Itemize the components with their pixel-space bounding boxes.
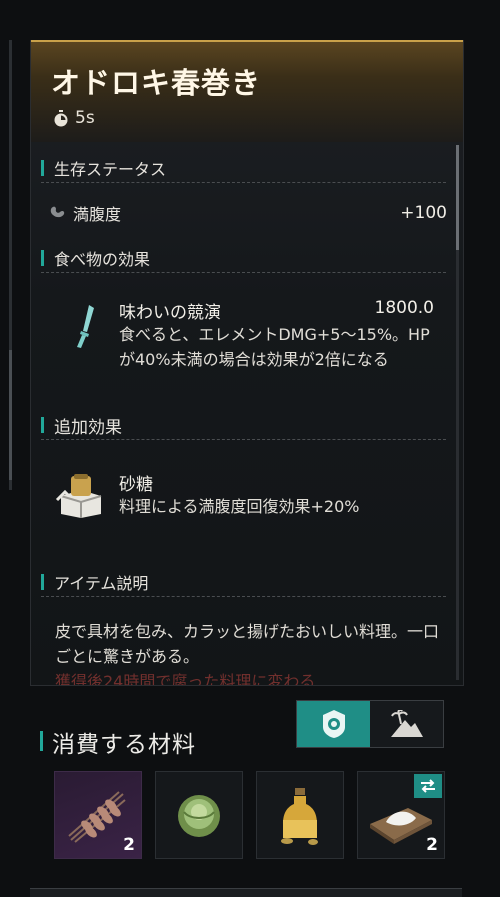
sugar-crate-icon — [55, 474, 102, 518]
dagger-icon — [77, 305, 94, 348]
oil-bottle-icon — [281, 788, 318, 845]
effect-description: 食べると、エレメントDMG+5〜15%。HPが40%未満の場合は効果が2倍になる — [119, 325, 430, 369]
section-bonus-title: 追加効果 — [54, 417, 122, 438]
section-accent-bar — [41, 160, 44, 176]
toggle-badge[interactable] — [297, 701, 370, 747]
section-description-header: アイテム説明 — [41, 568, 446, 597]
materials-toggle-group — [296, 700, 444, 748]
material-slot-wheat[interactable]: 2 — [54, 771, 142, 859]
spoil-warning: 獲得後24時間で腐った料理に変わる — [55, 672, 316, 686]
material-slot-salt[interactable]: 2 — [357, 771, 445, 859]
section-food-effect-header: 食べ物の効果 — [41, 244, 446, 273]
materials-accent-bar — [40, 731, 43, 751]
bonus-name: 砂糖 — [119, 475, 153, 495]
stat-label: 満腹度 — [73, 205, 122, 224]
effect-name: 味わいの競演 — [119, 303, 221, 323]
section-food-effect-title: 食べ物の効果 — [54, 250, 151, 269]
bonus-description: 料理による満腹度回復効果+20% — [119, 497, 360, 516]
materials-title: 消費する材料 — [52, 732, 196, 758]
duration-text: 5s — [75, 108, 95, 128]
section-accent-bar — [41, 417, 44, 433]
section-survival-header: 生存ステータス — [41, 154, 446, 183]
item-detail-panel: オドロキ春巻き 5s 生存ステータス 満腹度 +100 食べ物の効果 味わいの競… — [30, 40, 464, 686]
item-header: オドロキ春巻き 5s — [31, 40, 463, 142]
section-survival-title: 生存ステータス — [54, 160, 167, 179]
panel-scrollbar-thumb[interactable] — [456, 145, 459, 250]
panel-scrollbar[interactable] — [456, 145, 459, 680]
stopwatch-icon — [54, 109, 68, 126]
swap-icon — [421, 779, 435, 793]
swap-badge[interactable] — [414, 774, 442, 798]
item-description: 皮で具材を包み、カラッと揚げたおいしい料理。一口ごとに驚きがある。 — [55, 622, 440, 666]
bonus-effect-block: 砂糖 料理による満腹度回復効果+20% — [53, 470, 448, 530]
outer-scrollbar[interactable] — [9, 40, 12, 490]
stomach-icon — [50, 206, 65, 218]
duration-row: 5s — [53, 108, 95, 128]
toggle-island[interactable] — [370, 701, 443, 747]
section-description-title: アイテム説明 — [54, 574, 149, 593]
slot-count: 2 — [426, 835, 438, 855]
slot-count: 2 — [123, 835, 135, 855]
outer-scrollbar-thumb[interactable] — [9, 350, 12, 480]
cabbage-icon — [178, 795, 220, 837]
section-accent-bar — [41, 574, 44, 590]
salt-icon — [370, 808, 432, 844]
section-accent-bar — [41, 250, 44, 266]
section-bonus-header: 追加効果 — [41, 411, 446, 440]
effect-power: 1800.0 — [374, 298, 434, 318]
item-title: オドロキ春巻き — [51, 66, 262, 100]
material-slot-oil[interactable] — [256, 771, 344, 859]
island-icon — [390, 710, 423, 737]
stat-row-fullness: 満腹度 +100 — [49, 200, 447, 226]
badge-icon — [322, 710, 345, 738]
stat-value: +100 — [400, 203, 447, 223]
material-slot-cabbage[interactable] — [155, 771, 243, 859]
wheat-icon — [68, 791, 126, 843]
food-effect-block: 味わいの競演 1800.0 食べると、エレメントDMG+5〜15%。HPが40%… — [53, 298, 448, 408]
